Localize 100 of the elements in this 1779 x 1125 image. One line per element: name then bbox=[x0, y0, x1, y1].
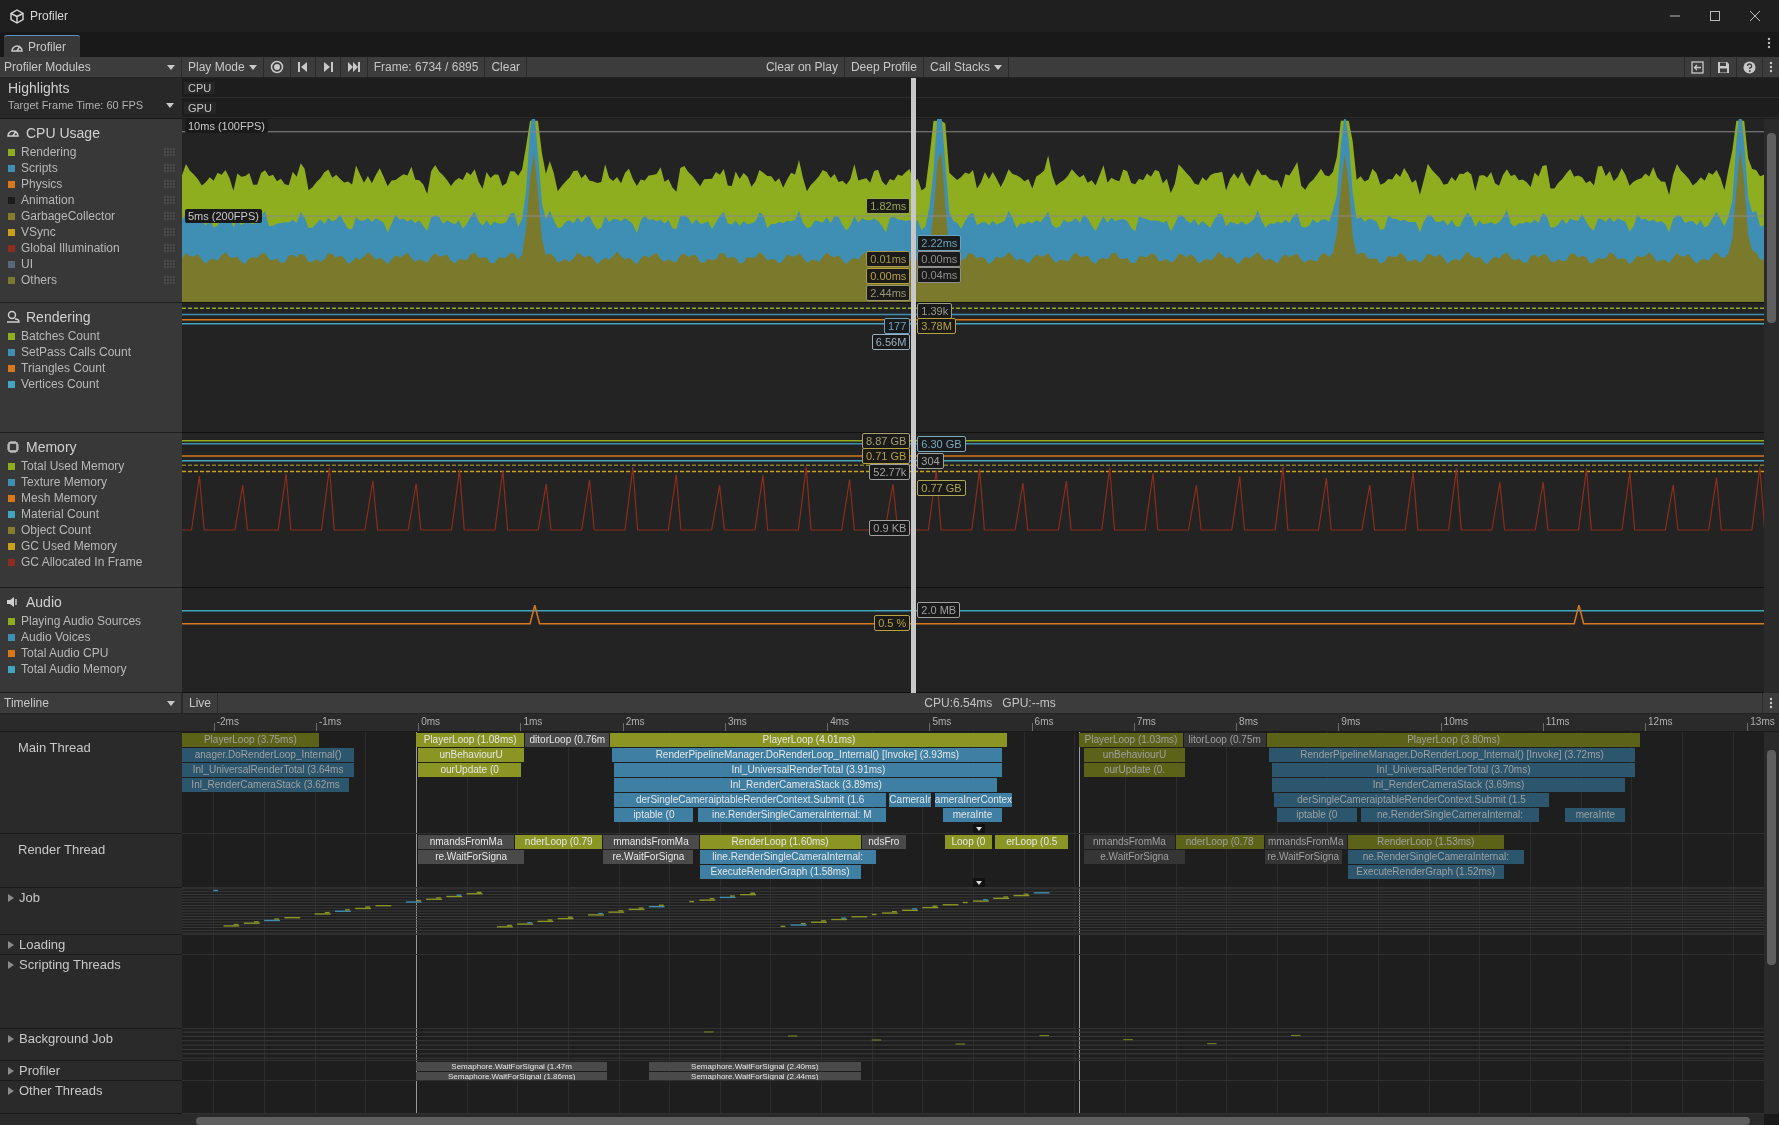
value-label: 2.0 MB bbox=[917, 602, 961, 619]
gpu-time: GPU:--ms bbox=[1002, 695, 1056, 712]
value-label: 0.9 KB bbox=[869, 520, 911, 537]
target-frame-dropdown[interactable]: Target Frame Time: 60 FPS bbox=[8, 99, 174, 111]
thread-group-toggle[interactable]: Scripting Threads bbox=[8, 957, 121, 972]
legend-item[interactable]: Playing Audio Sources bbox=[6, 613, 176, 629]
sample-block[interactable]: nmandsFromMa bbox=[417, 835, 516, 849]
collapse-marker-icon[interactable] bbox=[973, 878, 985, 887]
time-tick-label: 7ms bbox=[1136, 716, 1156, 727]
load-icon[interactable] bbox=[1691, 60, 1704, 74]
sample-block[interactable]: RenderPipelineManager.DoRenderLoop_Internal() [Invoke] (3.72ms) bbox=[1268, 748, 1637, 762]
sample-block[interactable]: ditorLoop (0.76m bbox=[525, 733, 611, 747]
sample-block[interactable]: ne.RenderSingleCameraInternal: bbox=[1347, 850, 1525, 864]
sample-block[interactable]: ne.RenderSingleCameraInternal: bbox=[1360, 808, 1541, 822]
sample-block[interactable]: derSingleCameraiptableRenderContext.Submit (1.6 bbox=[614, 793, 887, 807]
legend-item[interactable]: Batches Count bbox=[6, 328, 176, 344]
module-title: Audio bbox=[26, 594, 62, 610]
legend-item[interactable]: Texture Memory bbox=[6, 474, 176, 490]
legend-item[interactable]: SetPass Calls Count bbox=[6, 344, 176, 360]
sample-block[interactable]: RenderPipelineManager.DoRenderLoop_Internal() [Invoke] (3.93ms) bbox=[612, 748, 1004, 762]
sample-block[interactable]: nmandsFromMa bbox=[1084, 835, 1176, 849]
sample-block[interactable]: litorLoop (0.75m bbox=[1183, 733, 1267, 747]
sample-block[interactable]: ndsFro bbox=[861, 835, 908, 849]
maximize-icon[interactable] bbox=[1709, 10, 1721, 22]
legend-item[interactable]: Others bbox=[6, 272, 176, 288]
legend-item[interactable]: Total Audio CPU bbox=[6, 645, 176, 661]
collapse-marker-icon[interactable] bbox=[973, 824, 985, 833]
legend-item[interactable]: Animation bbox=[6, 192, 176, 208]
save-icon[interactable] bbox=[1717, 60, 1730, 74]
sample-block[interactable]: ameraInerContex bbox=[934, 793, 1014, 807]
sample-block[interactable]: ine.RenderSingleCameraInternal: M bbox=[697, 808, 887, 822]
legend-item[interactable]: GC Allocated In Frame bbox=[6, 554, 176, 570]
sample-block[interactable]: Inl_RenderCameraStack (3.62ms bbox=[182, 778, 351, 792]
sample-block[interactable]: CameraIr bbox=[888, 793, 933, 807]
value-label: 6.56M bbox=[871, 333, 911, 350]
legend-item[interactable]: UI bbox=[6, 256, 176, 272]
legend-item[interactable]: Physics bbox=[6, 176, 176, 192]
scrollbar[interactable] bbox=[182, 1114, 1764, 1125]
legend-item[interactable]: Object Count bbox=[6, 522, 176, 538]
axis-label: 10ms (100FPS) bbox=[185, 119, 269, 133]
legend-item[interactable]: Mesh Memory bbox=[6, 490, 176, 506]
sample-block[interactable]: Inl_UniversalRenderTotal (3.91ms) bbox=[614, 763, 1004, 777]
scrollbar-thumb[interactable] bbox=[196, 1117, 1750, 1125]
sample-block[interactable]: meraInte bbox=[942, 808, 1004, 822]
legend-item[interactable]: GC Used Memory bbox=[6, 538, 176, 554]
thread-group-toggle[interactable]: Job bbox=[8, 890, 40, 905]
legend-item[interactable]: GarbageCollector bbox=[6, 208, 176, 224]
legend-item[interactable]: Scripts bbox=[6, 160, 176, 176]
legend-item[interactable]: Audio Voices bbox=[6, 629, 176, 645]
time-tick-label: -1ms bbox=[318, 716, 342, 727]
legend-item[interactable]: VSync bbox=[6, 224, 176, 240]
sample-block[interactable]: derSingleCameraiptableRenderContext.Submit (1.5 bbox=[1273, 793, 1551, 807]
editor-tab[interactable]: Profiler bbox=[4, 35, 80, 57]
more-icon[interactable] bbox=[1769, 60, 1773, 74]
sample-block[interactable]: iptable (0 bbox=[1276, 808, 1358, 822]
sample-block[interactable]: anager.DoRenderLoop_Internal() bbox=[182, 748, 356, 762]
sample-block[interactable]: meraInte bbox=[1565, 808, 1627, 822]
sample-block[interactable]: Semaphore.WaitForSignal (2.40ms) bbox=[648, 1062, 862, 1071]
sample-block[interactable]: Inl_UniversalRenderTotal (3.70ms) bbox=[1271, 763, 1637, 777]
caret-icon bbox=[248, 64, 257, 70]
scrollbar-thumb[interactable] bbox=[1767, 750, 1776, 965]
scrollbar[interactable] bbox=[1764, 732, 1779, 1114]
sample-block[interactable]: mmandsFromMa bbox=[1264, 835, 1348, 849]
time-tick-label: 1ms bbox=[523, 716, 543, 727]
more-icon[interactable] bbox=[1769, 697, 1773, 709]
time-tick-label: 4ms bbox=[830, 716, 850, 727]
time-tick-label: 9ms bbox=[1341, 716, 1361, 727]
sample-block[interactable]: re.WaitForSigna bbox=[603, 850, 695, 864]
record-icon bbox=[269, 60, 284, 74]
legend-item[interactable]: Triangles Count bbox=[6, 360, 176, 376]
sample-block[interactable]: Semaphore.WaitForSignal (2.44ms) bbox=[648, 1072, 862, 1080]
caret-icon bbox=[167, 700, 175, 706]
live-button[interactable]: Live bbox=[182, 693, 218, 713]
legend-item[interactable]: Vertices Count bbox=[6, 376, 176, 392]
frame-cursor[interactable] bbox=[911, 78, 917, 693]
sample-block[interactable]: Inl_RenderCameraStack (3.69ms) bbox=[1271, 778, 1627, 792]
sample-block[interactable]: Semaphore.WaitForSignal (1.47m bbox=[415, 1062, 609, 1071]
close-icon[interactable] bbox=[1749, 10, 1761, 22]
legend-item[interactable]: Material Count bbox=[6, 506, 176, 522]
legend-item[interactable]: Global Illumination bbox=[6, 240, 176, 256]
sample-block[interactable]: Semaphore.WaitForSignal (1.86ms) bbox=[415, 1072, 609, 1080]
sample-block[interactable]: re.WaitForSigna bbox=[1264, 850, 1343, 864]
sample-block[interactable]: Inl_RenderCameraStack (3.89ms) bbox=[614, 778, 999, 792]
sample-block[interactable]: Inl_UniversalRenderTotal (3.64ms bbox=[182, 763, 356, 777]
help-icon[interactable] bbox=[1743, 60, 1756, 74]
legend-item[interactable]: Rendering bbox=[6, 144, 176, 160]
sample-block[interactable]: ExecuteRenderGraph (1.58ms) bbox=[699, 865, 862, 879]
sample-block[interactable]: ExecuteRenderGraph (1.52ms) bbox=[1347, 865, 1505, 879]
legend-item[interactable]: Total Audio Memory bbox=[6, 661, 176, 677]
more-icon[interactable] bbox=[1767, 37, 1771, 49]
lane-label: GPU bbox=[184, 101, 216, 114]
value-label: 8.87 GB bbox=[861, 433, 911, 449]
scrollbar[interactable] bbox=[1764, 119, 1779, 693]
sample-block[interactable]: re.WaitForSigna bbox=[417, 850, 526, 864]
sample-block[interactable]: line.RenderSingleCameraInternal: bbox=[699, 850, 877, 864]
scrollbar-thumb[interactable] bbox=[1767, 133, 1776, 323]
sample-block[interactable]: mmandsFromMa bbox=[603, 835, 700, 849]
sample-block[interactable]: e.WaitForSigna bbox=[1084, 850, 1186, 864]
legend-item[interactable]: Total Used Memory bbox=[6, 458, 176, 474]
sample-block[interactable]: iptable (0 bbox=[614, 808, 695, 822]
